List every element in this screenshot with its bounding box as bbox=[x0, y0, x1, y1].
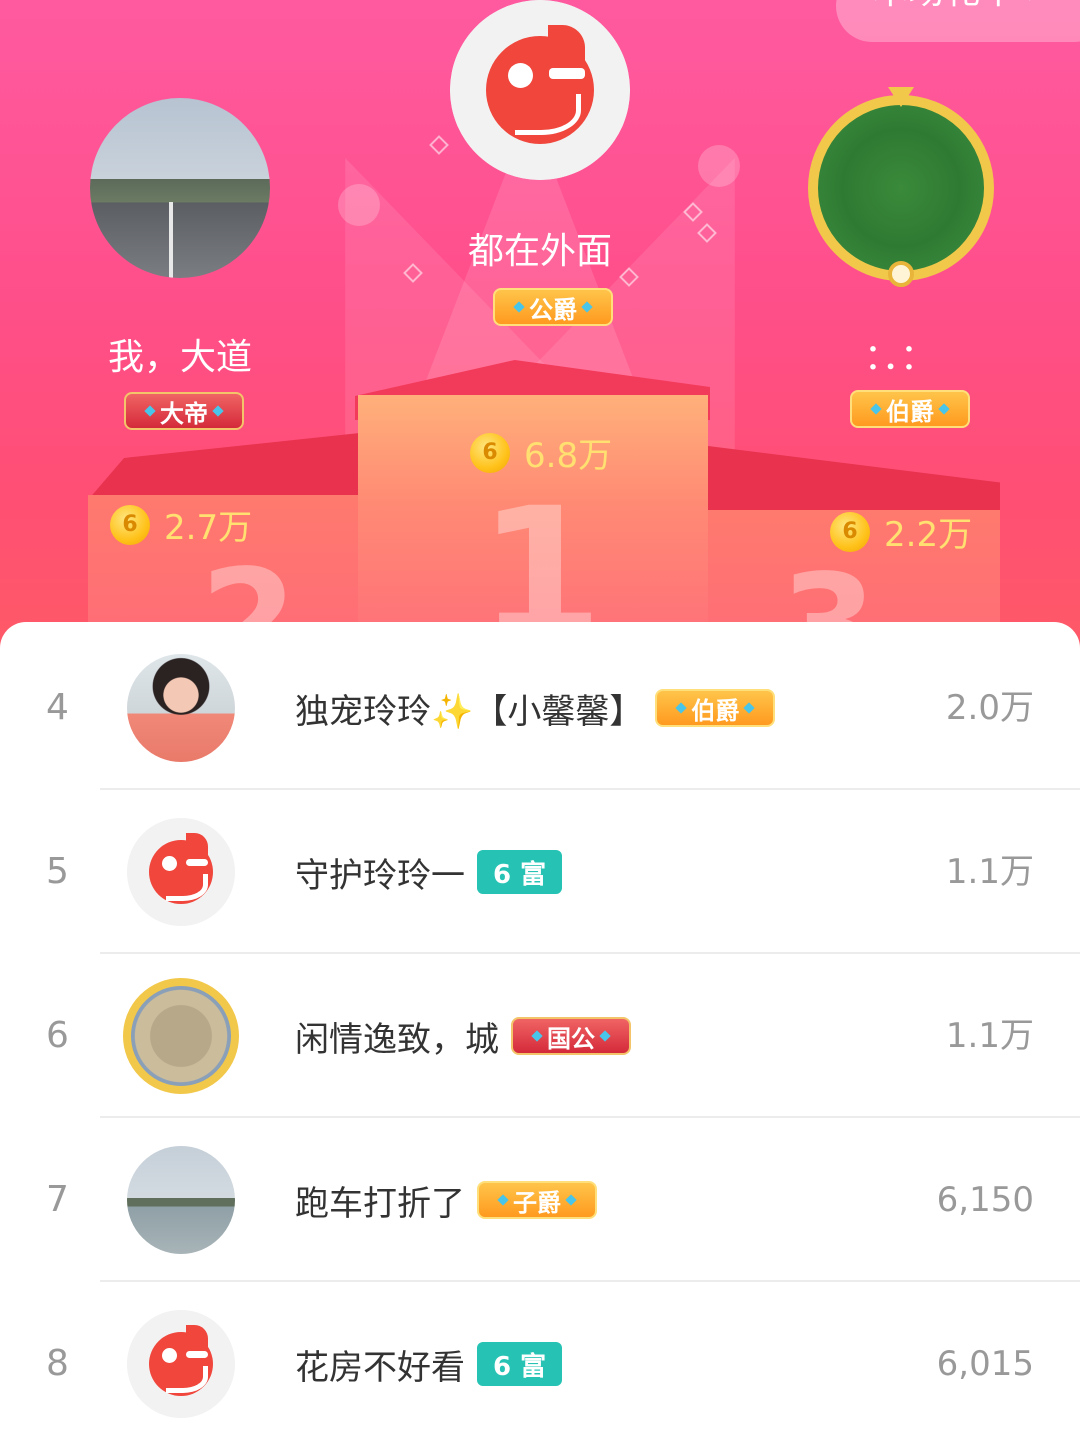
third-name[interactable]: ：．： bbox=[800, 328, 1000, 380]
user-name: 闲情逸致，城 bbox=[295, 1019, 499, 1060]
lake-photo bbox=[127, 1146, 235, 1254]
second-name[interactable]: 我，大道 bbox=[80, 328, 280, 380]
third-amount: 6 2.2万 bbox=[830, 507, 972, 556]
gift-amount: 6,015 bbox=[936, 1344, 1034, 1384]
rank-badge: 6 富 bbox=[477, 850, 563, 894]
list-item[interactable]: 8 花房不好看 6 富 6,015 bbox=[0, 1282, 1080, 1446]
gift-amount: 1.1万 bbox=[945, 852, 1034, 892]
avatar[interactable] bbox=[127, 1146, 235, 1254]
second-badge-label: 大帝 bbox=[160, 399, 208, 428]
third-badge-label: 伯爵 bbox=[886, 397, 934, 426]
avatar[interactable] bbox=[123, 978, 239, 1094]
list-item[interactable]: 4 独宠玲玲✨【小馨馨】 伯爵 2.0万 bbox=[0, 626, 1080, 790]
first-amount-value: 6.8万 bbox=[524, 436, 613, 476]
gift-list-button[interactable]: 本场礼单 › bbox=[836, 0, 1080, 42]
ranking-list: 4 独宠玲玲✨【小馨馨】 伯爵 2.0万 5 守护玲玲一 6 富 1.1万 6 … bbox=[0, 622, 1080, 1418]
mascot-icon bbox=[450, 0, 630, 180]
mascot-icon bbox=[127, 1310, 235, 1418]
first-badge: 公爵 bbox=[493, 288, 613, 326]
avatar[interactable] bbox=[127, 1310, 235, 1418]
rank-badge-label: 子爵 bbox=[513, 1188, 561, 1217]
gift-amount: 6,150 bbox=[936, 1180, 1034, 1220]
user-name: 跑车打折了 bbox=[295, 1183, 465, 1224]
gift-amount: 2.0万 bbox=[945, 688, 1034, 728]
rank-number: 4 bbox=[46, 687, 69, 728]
podium-header: 本场礼单 › 1 2 3 都在外面 公爵 6 6.8万 我，大道 大帝 6 2.… bbox=[0, 0, 1080, 660]
first-name[interactable]: 都在外面 bbox=[440, 222, 640, 274]
rank-badge-label: 国公 bbox=[547, 1024, 595, 1053]
second-badge: 大帝 bbox=[124, 392, 244, 430]
rank-badge: 伯爵 bbox=[655, 689, 776, 727]
rank-badge: 国公 bbox=[511, 1017, 631, 1055]
rank-number: 5 bbox=[46, 851, 69, 892]
coin-icon: 6 bbox=[110, 504, 150, 545]
second-amount-value: 2.7万 bbox=[164, 508, 253, 548]
user-name: 花房不好看 bbox=[295, 1347, 465, 1388]
second-avatar[interactable] bbox=[90, 98, 270, 278]
rank-badge: 6 富 bbox=[477, 1342, 563, 1386]
decor-bubble bbox=[338, 184, 380, 226]
list-item[interactable]: 7 跑车打折了 子爵 6,150 bbox=[0, 1118, 1080, 1282]
third-amount-value: 2.2万 bbox=[884, 515, 973, 555]
avatar[interactable] bbox=[127, 654, 235, 762]
third-avatar[interactable] bbox=[808, 95, 994, 287]
coin-icon: 6 bbox=[470, 432, 510, 473]
road-photo bbox=[90, 98, 270, 278]
list-item[interactable]: 6 闲情逸致，城 国公 1.1万 bbox=[0, 954, 1080, 1118]
decor-bubble bbox=[698, 145, 740, 187]
rank-number: 7 bbox=[46, 1179, 69, 1220]
rank-number: 6 bbox=[46, 1015, 69, 1056]
rank-number: 8 bbox=[46, 1343, 69, 1384]
avatar[interactable] bbox=[127, 818, 235, 926]
coin-icon: 6 bbox=[830, 511, 870, 552]
third-badge: 伯爵 bbox=[850, 390, 970, 428]
first-avatar[interactable] bbox=[450, 0, 630, 180]
chevron-right-icon: › bbox=[1026, 0, 1040, 42]
list-item[interactable]: 5 守护玲玲一 6 富 1.1万 bbox=[0, 790, 1080, 954]
person-photo bbox=[127, 654, 235, 762]
rank-badge-label: 伯爵 bbox=[691, 696, 740, 725]
mascot-icon bbox=[127, 818, 235, 926]
gift-list-label: 本场礼单 bbox=[872, 0, 1016, 42]
avatar-frame bbox=[123, 978, 239, 1094]
user-name: 守护玲玲一 bbox=[295, 855, 465, 896]
second-amount: 6 2.7万 bbox=[110, 500, 252, 549]
user-name: 独宠玲玲✨【小馨馨】 bbox=[295, 691, 644, 732]
grass-photo bbox=[808, 95, 994, 287]
first-amount: 6 6.8万 bbox=[470, 428, 612, 477]
first-badge-label: 公爵 bbox=[529, 295, 577, 324]
rank-badge: 子爵 bbox=[477, 1181, 597, 1219]
gift-amount: 1.1万 bbox=[945, 1016, 1034, 1056]
